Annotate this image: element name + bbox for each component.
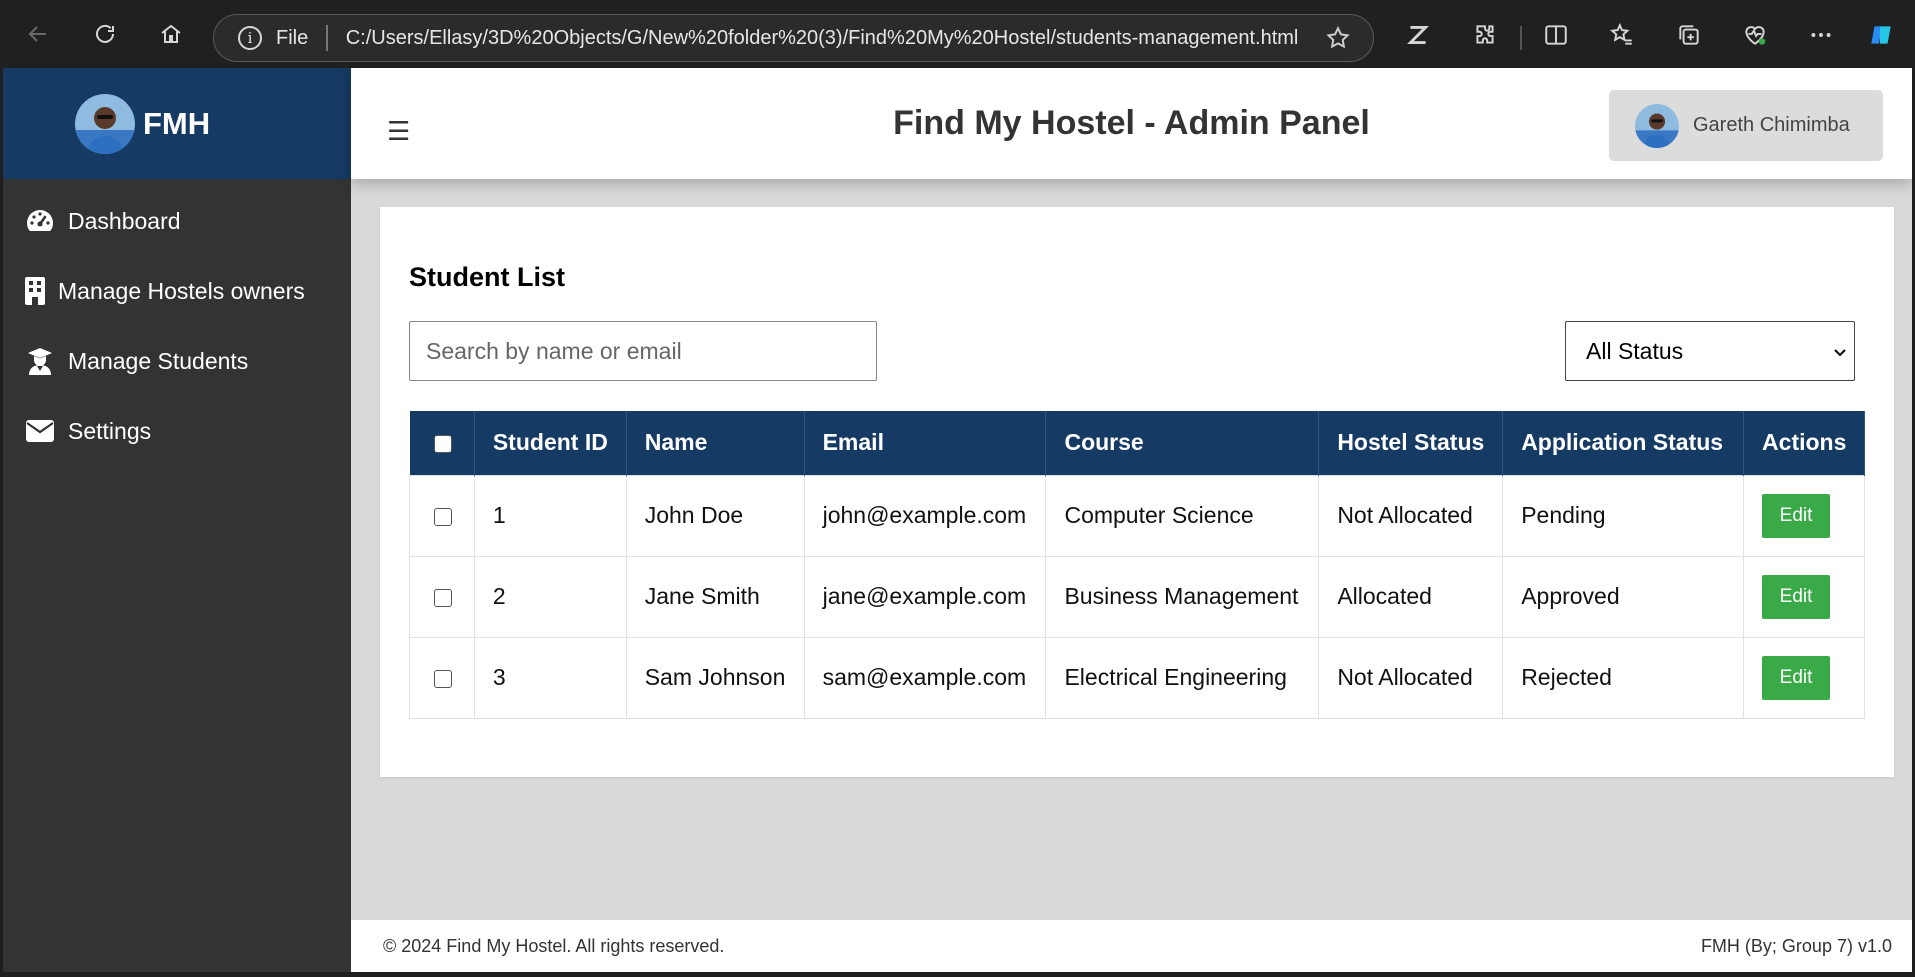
table-row: 3 Sam Johnson sam@example.com Electrical… [409, 636, 1865, 719]
actions-cell: Edit [1743, 555, 1865, 638]
column-header[interactable]: Application Status [1502, 411, 1745, 475]
brand-avatar [75, 93, 135, 154]
version-text: FMH (By; Group 7) v1.0 [1700, 935, 1892, 956]
footer: © 2024 Find My Hostel. All rights reserv… [351, 920, 1912, 972]
collections-icon[interactable] [1674, 20, 1704, 50]
application-status-cell: Approved [1502, 555, 1745, 638]
select-all-checkbox[interactable] [433, 435, 452, 454]
sidebar-item-label: Settings [68, 417, 152, 444]
row-select-cell [409, 474, 475, 557]
favorite-star-icon[interactable] [1325, 25, 1351, 51]
gauge-icon [24, 205, 56, 237]
row-checkbox[interactable] [434, 507, 452, 526]
application-status-cell: Rejected [1502, 636, 1745, 719]
actions-cell: Edit [1743, 474, 1865, 557]
actions-cell: Edit [1743, 636, 1865, 719]
app-window: FMH Dashboard Manage Hostels owners Mana… [3, 68, 1912, 972]
sidebar-item-settings[interactable]: Settings [3, 406, 351, 456]
email-cell: john@example.com [803, 474, 1047, 557]
zotero-extension-icon[interactable] [1403, 20, 1433, 50]
chevron-down-icon [1834, 349, 1846, 357]
address-divider [326, 25, 328, 51]
brand-header: FMH [3, 68, 351, 179]
more-options-icon[interactable] [1806, 20, 1836, 50]
search-input[interactable] [409, 321, 877, 381]
refresh-icon[interactable] [89, 18, 121, 50]
column-header: Actions [1743, 411, 1865, 475]
url-text[interactable]: C:/Users/Ellasy/3D%20Objects/G/New%20fol… [346, 27, 1301, 50]
hostel-status-cell: Not Allocated [1318, 636, 1504, 719]
row-checkbox[interactable] [434, 669, 452, 688]
sidebar-item-manage-students[interactable]: Manage Students [3, 336, 351, 386]
section-title: Student List [409, 262, 565, 292]
student-list-card: Student List All Status Student ID Name … [380, 207, 1894, 777]
course-cell: Electrical Engineering [1045, 636, 1320, 719]
sidebar-item-label: Manage Hostels owners [58, 277, 305, 304]
building-icon [24, 275, 46, 307]
hostel-status-cell: Not Allocated [1318, 474, 1504, 557]
application-status-cell: Pending [1502, 474, 1745, 557]
row-checkbox[interactable] [434, 588, 452, 607]
select-all-cell [409, 411, 475, 475]
name-cell: John Doe [625, 474, 805, 557]
student-id-cell: 1 [473, 474, 627, 557]
favorites-icon[interactable] [1607, 20, 1637, 50]
back-icon[interactable] [22, 18, 54, 50]
course-cell: Computer Science [1045, 474, 1320, 557]
course-cell: Business Management [1045, 555, 1320, 638]
email-cell: sam@example.com [803, 636, 1047, 719]
main-area: ☰ Find My Hostel - Admin Panel Gareth Ch… [351, 68, 1912, 972]
sidebar-item-label: Dashboard [68, 207, 181, 234]
file-label: File [276, 26, 309, 49]
students-table: Student ID Name Email Course Hostel Stat… [409, 411, 1865, 719]
brand-name[interactable]: FMH [143, 106, 210, 142]
column-header[interactable]: Hostel Status [1318, 411, 1504, 475]
envelope-icon [24, 415, 56, 447]
sidebar-item-label: Manage Students [68, 347, 249, 374]
status-filter-value: All Status [1586, 337, 1684, 364]
column-header[interactable]: Course [1045, 411, 1320, 475]
copyright-text: © 2024 Find My Hostel. All rights reserv… [383, 935, 725, 956]
row-select-cell [409, 555, 475, 638]
extensions-puzzle-icon[interactable] [1470, 20, 1500, 50]
hostel-status-cell: Allocated [1318, 555, 1504, 638]
split-screen-icon[interactable] [1541, 20, 1571, 50]
info-icon[interactable]: i [238, 26, 262, 50]
column-header[interactable]: Student ID [474, 411, 627, 475]
student-id-cell: 3 [473, 636, 627, 719]
edit-button[interactable]: Edit [1762, 574, 1831, 619]
sidebar-item-dashboard[interactable]: Dashboard [3, 196, 351, 246]
email-cell: jane@example.com [803, 555, 1047, 638]
sidebar: FMH Dashboard Manage Hostels owners Mana… [3, 68, 351, 972]
topbar: ☰ Find My Hostel - Admin Panel Gareth Ch… [351, 68, 1912, 179]
column-header[interactable]: Email [804, 411, 1047, 475]
table-row: 1 John Doe john@example.com Computer Sci… [409, 474, 1865, 557]
edit-button[interactable]: Edit [1762, 493, 1831, 538]
table-row: 2 Jane Smith jane@example.com Business M… [409, 555, 1865, 638]
home-icon[interactable] [155, 18, 187, 50]
status-filter-select[interactable]: All Status [1565, 321, 1855, 381]
user-name: Gareth Chimimba [1693, 114, 1850, 136]
browser-toolbar: i File C:/Users/Ellasy/3D%20Objects/G/Ne… [0, 0, 1915, 68]
graduate-icon [24, 345, 56, 377]
avatar [1635, 103, 1679, 148]
row-select-cell [409, 636, 475, 719]
user-profile-button[interactable]: Gareth Chimimba [1609, 90, 1883, 161]
name-cell: Sam Johnson [625, 636, 805, 719]
toolbar-divider [1520, 26, 1522, 50]
name-cell: Jane Smith [625, 555, 805, 638]
column-header[interactable]: Name [626, 411, 805, 475]
address-bar[interactable]: i File C:/Users/Ellasy/3D%20Objects/G/Ne… [213, 14, 1374, 62]
student-id-cell: 2 [473, 555, 627, 638]
browser-essentials-icon[interactable] [1740, 20, 1770, 50]
edit-button[interactable]: Edit [1762, 655, 1831, 700]
copilot-icon[interactable] [1866, 20, 1896, 50]
sidebar-item-manage-hostel-owners[interactable]: Manage Hostels owners [3, 266, 351, 316]
table-header-row: Student ID Name Email Course Hostel Stat… [409, 411, 1865, 475]
